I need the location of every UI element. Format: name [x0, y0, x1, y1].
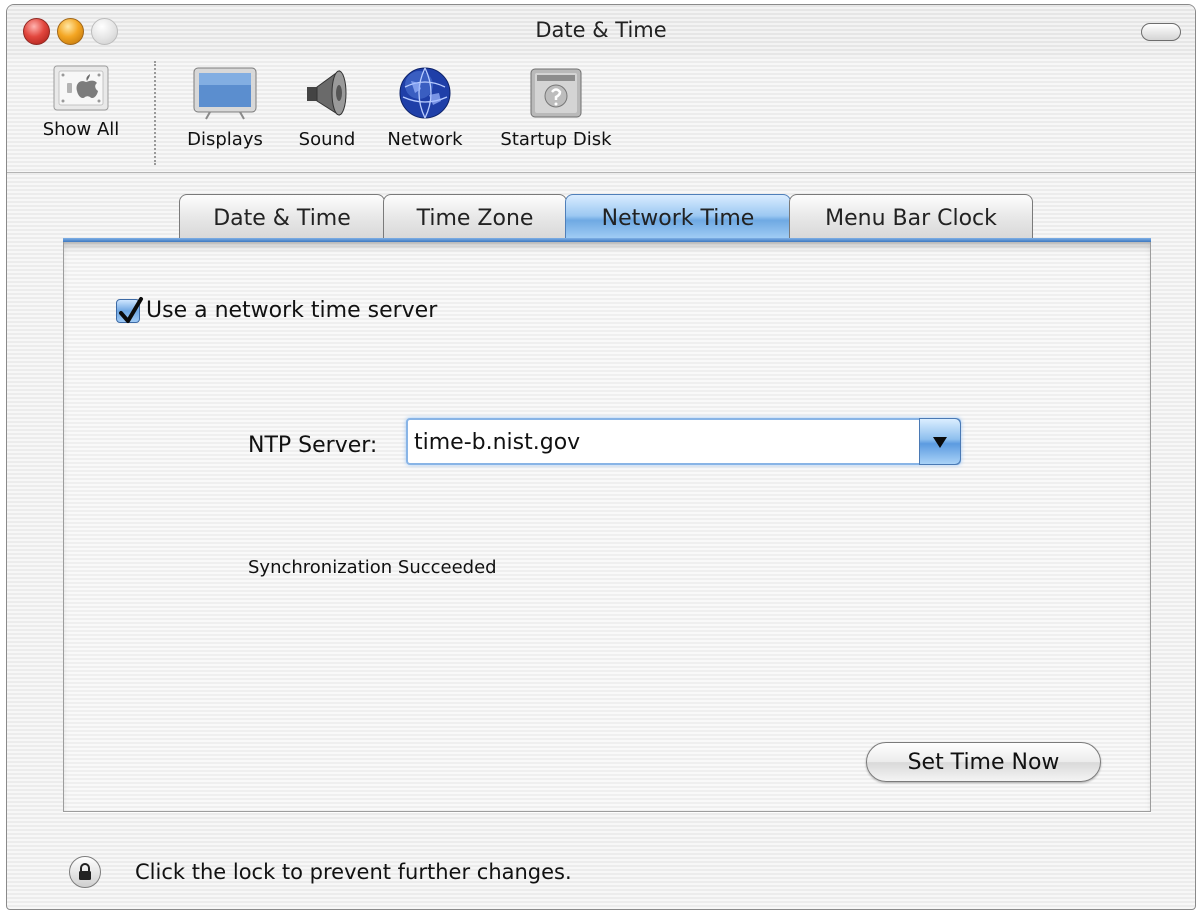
- lock-icon: [79, 863, 91, 880]
- checkmark-icon: [119, 296, 143, 323]
- displays-button[interactable]: Displays: [173, 65, 277, 150]
- ntp-server-input[interactable]: [414, 426, 914, 458]
- set-time-now-button[interactable]: Set Time Now: [866, 742, 1101, 782]
- display-icon: [193, 67, 257, 120]
- lock-message: Click the lock to prevent further change…: [135, 860, 572, 884]
- network-time-panel: Use a network time server NTP Server: Sy…: [63, 242, 1151, 812]
- toolbar: Show All Displays Sound Network Startup …: [7, 57, 1195, 173]
- toolbar-label-network: Network: [387, 129, 463, 150]
- window-title: Date & Time: [535, 18, 667, 42]
- use-network-time-checkbox[interactable]: [116, 296, 143, 323]
- tab-menu-bar-clock[interactable]: Menu Bar Clock: [789, 194, 1033, 241]
- use-network-time-label: Use a network time server: [146, 298, 438, 323]
- toolbar-separator: [154, 61, 156, 165]
- chevron-down-icon: [933, 436, 947, 448]
- title-bar[interactable]: Date & Time: [7, 5, 1195, 57]
- speaker-icon: [307, 70, 347, 116]
- sound-button[interactable]: Sound: [285, 65, 369, 150]
- startup-disk-button[interactable]: Startup Disk: [487, 65, 625, 150]
- toolbar-label-displays: Displays: [187, 129, 263, 150]
- toolbar-label-startup-disk: Startup Disk: [500, 129, 612, 150]
- tab-time-zone[interactable]: Time Zone: [383, 194, 567, 241]
- tab-network-time[interactable]: Network Time: [565, 194, 791, 241]
- network-button[interactable]: Network: [375, 65, 475, 150]
- toolbar-label-show-all: Show All: [42, 119, 120, 140]
- use-network-time-option[interactable]: Use a network time server: [116, 296, 438, 323]
- lock-button[interactable]: [69, 856, 101, 888]
- tab-date-time[interactable]: Date & Time: [179, 194, 385, 241]
- globe-icon: [399, 67, 451, 119]
- ntp-server-label: NTP Server:: [248, 433, 378, 458]
- preferences-window: Date & Time Show All Displays Sound Netw…: [6, 4, 1196, 910]
- toolbar-label-sound: Sound: [298, 129, 356, 150]
- sync-status-text: Synchronization Succeeded: [248, 557, 497, 578]
- ntp-server-dropdown-button[interactable]: [919, 418, 961, 465]
- disk-icon: [530, 68, 582, 118]
- ntp-server-combobox[interactable]: [406, 418, 961, 465]
- apple-icon: [53, 65, 109, 111]
- toolbar-toggle-button[interactable]: [1141, 23, 1181, 41]
- show-all-button[interactable]: Show All: [25, 65, 137, 140]
